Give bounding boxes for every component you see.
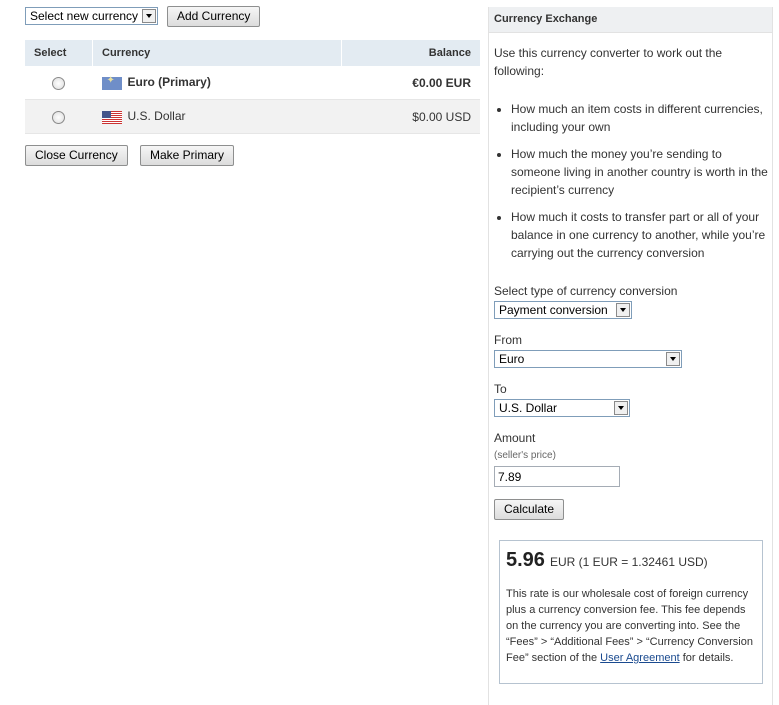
from-label: From: [494, 333, 522, 347]
conversion-type-label: Select type of currency conversion: [494, 284, 678, 298]
conversion-type-value: Payment conversion: [499, 303, 608, 317]
converter-intro: Use this currency converter to work out …: [494, 46, 723, 78]
chevron-down-icon[interactable]: [614, 401, 628, 415]
conversion-type-select[interactable]: Payment conversion: [494, 301, 632, 319]
currency-name: Euro (Primary): [127, 75, 211, 90]
us-flag-icon: [101, 110, 122, 124]
currency-balance: €0.00 EUR: [341, 66, 480, 100]
amount-label: Amount: [494, 431, 536, 445]
col-currency-header: Currency: [92, 40, 342, 66]
currency-table: Select Currency Balance Euro (Primary) €…: [25, 40, 480, 134]
list-item: How much the money you’re sending to som…: [511, 145, 773, 199]
col-select-header: Select: [25, 40, 93, 66]
list-item: How much an item costs in different curr…: [511, 100, 773, 136]
disclaimer-end: for details.: [682, 652, 734, 664]
table-row: U.S. Dollar $0.00 USD: [25, 99, 480, 134]
eu-flag-icon: [101, 75, 122, 90]
add-currency-button[interactable]: Add Currency: [167, 6, 261, 27]
user-agreement-link[interactable]: User Agreement: [600, 652, 679, 664]
from-currency-value: Euro: [499, 352, 525, 366]
chevron-down-icon[interactable]: [142, 9, 156, 23]
chevron-down-icon[interactable]: [616, 303, 630, 317]
currency-radio-euro[interactable]: [52, 76, 65, 90]
new-currency-select-value: Select new currency: [30, 9, 139, 23]
calculate-button[interactable]: Calculate: [494, 499, 565, 520]
result-line: 5.96 EUR (1 EUR = 1.32461 USD): [506, 549, 756, 572]
converted-amount: 5.96: [506, 549, 545, 571]
panel-title: Currency Exchange: [489, 7, 772, 33]
exchange-rate-text: EUR (1 EUR = 1.32461 USD): [549, 555, 708, 569]
currency-radio-usd[interactable]: [52, 110, 65, 124]
amount-input[interactable]: [494, 466, 620, 487]
row-select-cell: [25, 99, 93, 134]
amount-hint: (seller's price): [494, 450, 556, 461]
table-header-row: Select Currency Balance: [25, 40, 480, 66]
from-currency-select[interactable]: Euro: [494, 350, 682, 368]
currency-exchange-panel: Currency Exchange Use this currency conv…: [488, 7, 773, 705]
row-select-cell: [25, 66, 93, 100]
row-currency-cell: Euro (Primary): [92, 66, 342, 100]
col-balance-header: Balance: [341, 40, 480, 66]
row-currency-cell: U.S. Dollar: [92, 99, 342, 134]
new-currency-select[interactable]: Select new currency: [25, 7, 158, 25]
converter-uses-list: How much an item costs in different curr…: [494, 100, 773, 271]
conversion-result-box: 5.96 EUR (1 EUR = 1.32461 USD) This rate …: [499, 540, 763, 684]
table-row: Euro (Primary) €0.00 EUR: [25, 66, 480, 100]
to-label: To: [494, 382, 507, 396]
close-currency-button[interactable]: Close Currency: [25, 145, 128, 166]
to-currency-value: U.S. Dollar: [499, 401, 558, 415]
to-currency-select[interactable]: U.S. Dollar: [494, 399, 630, 417]
list-item: How much it costs to transfer part or al…: [511, 208, 773, 262]
currency-name: U.S. Dollar: [127, 109, 186, 124]
currency-balance: $0.00 USD: [341, 99, 480, 134]
chevron-down-icon[interactable]: [666, 352, 680, 366]
rate-disclaimer: This rate is our wholesale cost of forei…: [506, 586, 756, 666]
make-primary-button[interactable]: Make Primary: [140, 145, 235, 166]
